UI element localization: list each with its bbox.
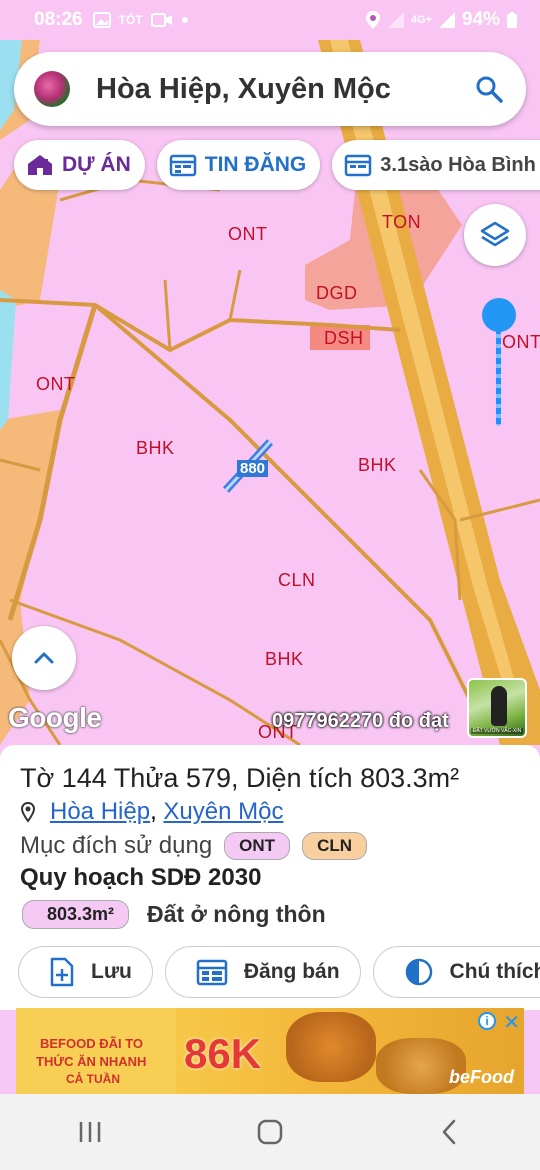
calendar-icon [196, 959, 228, 986]
land-use-purpose: Mục đích sử dụng ONT CLN [20, 832, 520, 860]
area-value: 803.3m² [360, 763, 460, 793]
chip-tin-dang-label: TIN ĐĂNG [204, 153, 307, 176]
zone-label-bhk-right: BHK [358, 455, 397, 475]
chip-du-an[interactable]: DỰ ÁN [14, 140, 145, 190]
parcel-number-label[interactable]: 880 [237, 460, 269, 477]
google-logo: Google [8, 702, 102, 733]
opacity-slider-thumb[interactable] [482, 298, 516, 332]
parcel-title: Tờ 144 Thửa 579, Diện tích 803.3m² [20, 763, 460, 793]
search-icon[interactable] [474, 74, 504, 104]
chevron-up-icon [34, 652, 54, 664]
zone-label-cln: CLN [278, 570, 316, 590]
sheet-number: 144 [61, 763, 107, 793]
location-separator: , [150, 798, 157, 825]
signal-icon-1 [387, 12, 404, 28]
plan-row: 803.3m² Đất ở nông thôn [20, 900, 520, 929]
district-link[interactable]: Xuyên Mộc [163, 798, 283, 826]
chip-tin-dang[interactable]: TIN ĐĂNG [156, 140, 321, 190]
filter-chips: DỰ ÁN TIN ĐĂNG 3.1sào Hòa Bình [14, 140, 540, 190]
area-label: Diện tích [246, 763, 353, 793]
layers-button[interactable] [464, 204, 526, 266]
save-button[interactable]: Lưu [18, 946, 153, 998]
sheet-label: Tờ [20, 763, 55, 793]
opacity-slider-track[interactable] [496, 318, 501, 426]
action-buttons: Lưu Đăng bán Chú thích [18, 946, 540, 998]
status-bar: 08:26 TỐT 4G+ 94% [0, 0, 540, 40]
legend-button[interactable]: Chú thích [372, 946, 540, 998]
lot-label: Thửa [113, 763, 179, 793]
parcel-location: Hòa Hiệp, Xuyên Mộc [20, 798, 520, 826]
network-type: 4G+ [410, 14, 432, 26]
listing-icon [169, 154, 197, 177]
ad-close-icon[interactable]: ✕ [503, 1010, 520, 1035]
ad-price: 86K [184, 1030, 262, 1077]
zone-label-dgd: DGD [316, 283, 358, 303]
street-photo-thumbnail[interactable]: ĐẤT VƯỜN VẮC-XIN [467, 678, 527, 738]
dot-icon [181, 17, 188, 23]
home-icon[interactable] [255, 1117, 285, 1147]
status-time: 08:26 [34, 9, 83, 30]
search-bar[interactable]: Hòa Hiệp, Xuyên Mộc [14, 52, 526, 126]
lot-number: 579 [185, 763, 231, 793]
layers-icon [480, 221, 510, 247]
ad-line-3: CẢ TUẦN [66, 1072, 120, 1086]
ad-food-image [286, 1012, 376, 1082]
zone-label-ont-left: ONT [36, 374, 76, 394]
recent-apps-icon[interactable] [75, 1118, 105, 1146]
search-query[interactable]: Hòa Hiệp, Xuyên Mộc [96, 73, 474, 106]
purpose-label: Mục đích sử dụng [20, 832, 213, 859]
battery-icon [507, 12, 517, 28]
signal-icon-2 [438, 12, 455, 28]
save-button-label: Lưu [91, 960, 132, 983]
carrier-text: TỐT [118, 13, 143, 27]
back-icon[interactable] [435, 1117, 465, 1147]
ad-info-icon[interactable]: i [478, 1012, 496, 1030]
chip-du-an-label: DỰ ÁN [62, 153, 131, 176]
add-file-icon [50, 957, 74, 987]
post-sale-button[interactable]: Đăng bán [164, 946, 361, 998]
plan-land-type: Đất ở nông thôn [147, 901, 326, 927]
overlay-phone-text: 0977962270 đo đạt [272, 710, 449, 732]
chip-saved-listing[interactable]: 3.1sào Hòa Bình [332, 140, 540, 190]
post-sale-button-label: Đăng bán [243, 960, 340, 983]
purpose-tag-ont[interactable]: ONT [224, 832, 291, 860]
avatar[interactable] [34, 71, 70, 107]
photo-caption: ĐẤT VƯỜN VẮC-XIN [471, 728, 523, 734]
house-icon [28, 155, 52, 175]
photo-person [491, 686, 507, 726]
plan-area-badge: 803.3m² [22, 900, 130, 929]
zone-label-bhk-left: BHK [136, 438, 175, 458]
video-icon [150, 13, 172, 27]
location-icon [365, 11, 380, 29]
listing-icon [345, 154, 372, 177]
location-pin-icon [20, 801, 36, 823]
plan-title: Quy hoạch SDĐ 2030 [20, 864, 262, 891]
purpose-tag-cln[interactable]: CLN [302, 832, 368, 860]
ad-line-2: THỨC ĂN NHANH [36, 1054, 147, 1069]
ward-link[interactable]: Hòa Hiệp [50, 798, 150, 826]
zone-label-ton: TON [382, 212, 422, 232]
zone-label-ont-right: ONT [502, 332, 540, 352]
system-nav-bar [0, 1094, 540, 1170]
ad-brand: beFood [449, 1067, 514, 1087]
gallery-icon [92, 12, 111, 28]
parcel-number: 80 [248, 460, 266, 477]
contrast-icon [405, 958, 432, 986]
battery-percent: 94% [461, 9, 500, 30]
zone-label-dsh: DSH [324, 328, 364, 348]
chip-saved-listing-label: 3.1sào Hòa Bình [380, 153, 536, 176]
expand-up-button[interactable] [12, 626, 76, 690]
ad-banner[interactable]: BEFOOD ĐÃI TO THỨC ĂN NHANH CẢ TUẦN 86K … [16, 1008, 524, 1094]
zone-label-ont: ONT [228, 224, 268, 244]
zone-label-bhk-bottom: BHK [265, 649, 304, 669]
ad-line-1: BEFOOD ĐÃI TO [40, 1036, 144, 1051]
legend-button-label: Chú thích [449, 960, 540, 983]
